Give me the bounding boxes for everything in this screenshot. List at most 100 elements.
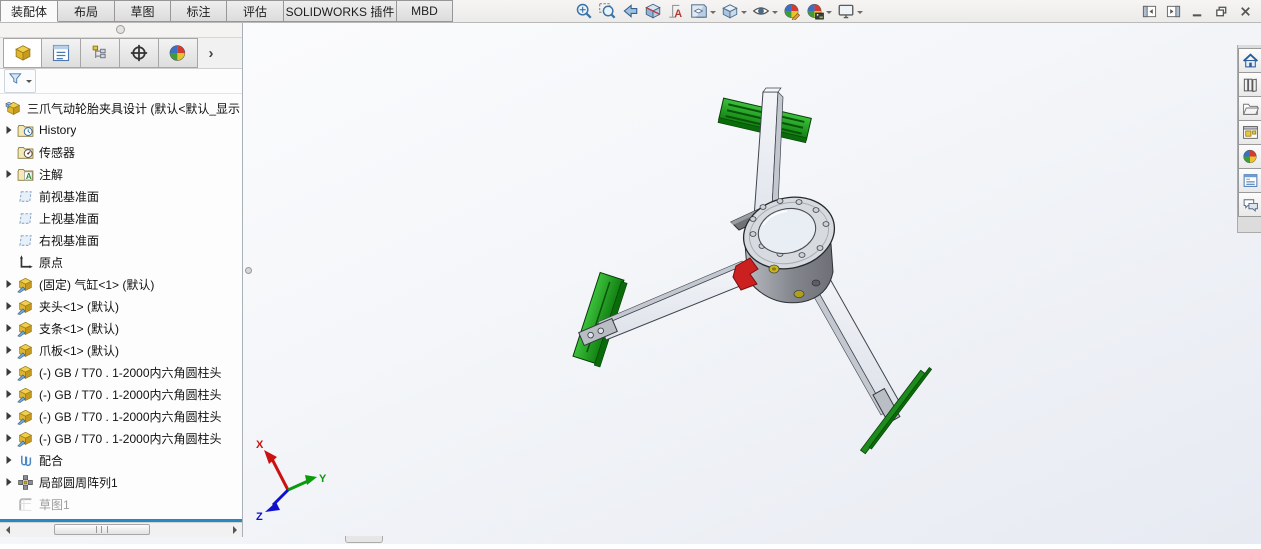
appearances-icon <box>1243 149 1257 164</box>
dropdown-arrow-icon[interactable] <box>826 11 832 17</box>
expand-arrow[interactable] <box>5 301 17 311</box>
collapse-pane-right-button[interactable] <box>1166 4 1181 19</box>
expand-arrow-icon[interactable] <box>5 125 13 135</box>
panel-tab-featuremanager[interactable] <box>3 38 42 68</box>
ribbon-tab-markup[interactable]: 标注 <box>171 0 227 22</box>
tree-item-sketch1[interactable]: 草图1 <box>0 493 242 515</box>
panel-tab-configurationmanager[interactable] <box>81 38 120 68</box>
tree-item-screw-4[interactable]: (-) GB / T70 . 1-2000内六角圆柱头 <box>0 427 242 449</box>
panel-splitter-handle[interactable] <box>245 267 252 274</box>
scrollbar-thumb[interactable] <box>54 524 150 535</box>
tree-item-screw-2[interactable]: (-) GB / T70 . 1-2000内六角圆柱头 <box>0 383 242 405</box>
expand-arrow-icon[interactable] <box>5 455 13 465</box>
panel-tab-displaymanager[interactable] <box>159 38 198 68</box>
expand-arrow[interactable] <box>5 323 17 333</box>
expand-arrow[interactable] <box>5 455 17 465</box>
tree-item-history[interactable]: History <box>0 119 242 141</box>
expand-arrow-icon[interactable] <box>5 345 13 355</box>
collapse-pane-left-button[interactable] <box>1142 4 1157 19</box>
section-view-button[interactable] <box>644 1 662 21</box>
dropdown-arrow-icon[interactable] <box>772 11 778 17</box>
file-explorer-button[interactable] <box>1238 96 1261 121</box>
tree-item-claw-plate-component[interactable]: 爪板<1> (默认) <box>0 339 242 361</box>
apply-scene-button[interactable] <box>806 1 832 21</box>
display-style-button[interactable] <box>721 1 747 21</box>
tree-item-support-bar-component[interactable]: 支条<1> (默认) <box>0 317 242 339</box>
dropdown-arrow-icon[interactable] <box>741 11 747 17</box>
panel-collapse-bar[interactable] <box>0 22 242 38</box>
panel-tab-dimxpert[interactable] <box>120 38 159 68</box>
view-orientation-icon <box>691 4 707 18</box>
edit-appearance-button[interactable] <box>783 1 801 21</box>
expand-arrow-icon[interactable] <box>5 279 13 289</box>
tree-item-screw-3[interactable]: (-) GB / T70 . 1-2000内六角圆柱头 <box>0 405 242 427</box>
previous-view-button[interactable] <box>621 1 639 21</box>
view-palette-button[interactable] <box>1238 120 1261 145</box>
expand-arrow[interactable] <box>5 411 17 421</box>
expand-arrow-icon[interactable] <box>5 389 13 399</box>
tree-item-right-plane[interactable]: 右视基准面 <box>0 229 242 251</box>
expand-arrow[interactable] <box>5 345 17 355</box>
tree-item-top-plane[interactable]: 上视基准面 <box>0 207 242 229</box>
expand-arrow[interactable] <box>5 367 17 377</box>
custom-properties-button[interactable] <box>1238 168 1261 193</box>
expand-arrow[interactable] <box>5 169 17 179</box>
expand-arrow-icon[interactable] <box>5 169 13 179</box>
expand-arrow[interactable] <box>5 279 17 289</box>
scroll-left-icon[interactable] <box>0 523 14 536</box>
panel-tab-propertymanager[interactable] <box>42 38 81 68</box>
tree-item-assembly-root[interactable]: 三爪气动轮胎夹具设计 (默认<默认_显示 <box>0 97 242 119</box>
expand-arrow-icon[interactable] <box>5 477 13 487</box>
tree-item-circular-pattern[interactable]: 局部圆周阵列1 <box>0 471 242 493</box>
expand-arrow[interactable] <box>5 477 17 487</box>
previous-view-icon <box>623 4 638 18</box>
ribbon-tab-solidworks-addins[interactable]: SOLIDWORKS 插件 <box>284 0 397 22</box>
filter-dropdown-icon[interactable] <box>26 80 32 86</box>
dropdown-arrow-icon[interactable] <box>857 11 863 17</box>
dynamic-annotation-views-button[interactable]: A <box>667 1 685 21</box>
expand-arrow-icon[interactable] <box>5 433 13 443</box>
design-library-button[interactable] <box>1238 72 1261 97</box>
ribbon-tab-assembly[interactable]: 装配体 <box>0 0 58 22</box>
ribbon-tab-mbd[interactable]: MBD <box>397 0 453 22</box>
horizontal-scrollbar[interactable] <box>0 522 242 537</box>
tree-item-sensors[interactable]: 传感器 <box>0 141 242 163</box>
expand-arrow[interactable] <box>5 125 17 135</box>
ribbon-tab-evaluate[interactable]: 评估 <box>227 0 284 22</box>
collapse-handle-icon[interactable] <box>116 25 125 34</box>
appearances-scenes-button[interactable] <box>1238 144 1261 169</box>
expand-arrow-icon[interactable] <box>5 411 13 421</box>
assembly-model[interactable] <box>572 87 933 455</box>
zoom-to-area-button[interactable] <box>598 1 616 21</box>
hide-show-items-button[interactable] <box>752 1 778 21</box>
expand-arrow[interactable] <box>5 433 17 443</box>
tree-item-front-plane[interactable]: 前视基准面 <box>0 185 242 207</box>
expand-arrow[interactable] <box>5 389 17 399</box>
filter-button[interactable] <box>4 69 36 93</box>
part-icon <box>17 409 33 425</box>
zoom-to-fit-button[interactable] <box>575 1 593 21</box>
close-button[interactable] <box>1238 4 1253 19</box>
tree-item-mates[interactable]: 配合 <box>0 449 242 471</box>
tree-item-screw-1[interactable]: (-) GB / T70 . 1-2000内六角圆柱头 <box>0 361 242 383</box>
expand-arrow-icon[interactable] <box>5 301 13 311</box>
dropdown-arrow-icon[interactable] <box>710 11 716 17</box>
tree-item-cylinder-component[interactable]: (固定) 气缸<1> (默认) <box>0 273 242 295</box>
ribbon-tab-sketch[interactable]: 草图 <box>115 0 171 22</box>
tree-item-annotations[interactable]: A 注解 <box>0 163 242 185</box>
expand-arrow-icon[interactable] <box>5 323 13 333</box>
solidworks-resources-button[interactable] <box>1238 48 1261 73</box>
tree-item-chuck-component[interactable]: 夹头<1> (默认) <box>0 295 242 317</box>
cylinder-hub[interactable] <box>730 188 842 304</box>
tree-item-origin[interactable]: 原点 <box>0 251 242 273</box>
solidworks-forum-button[interactable] <box>1238 192 1261 217</box>
expand-arrow-icon[interactable] <box>5 367 13 377</box>
restore-button[interactable] <box>1214 4 1229 19</box>
view-orientation-button[interactable] <box>690 1 716 21</box>
scroll-right-icon[interactable] <box>228 523 242 536</box>
viewport-splitter-handle[interactable] <box>345 536 383 543</box>
panel-tabs-overflow-button[interactable]: › <box>198 38 224 68</box>
view-settings-button[interactable] <box>837 1 863 21</box>
minimize-button[interactable] <box>1190 4 1205 19</box>
ribbon-tab-layout[interactable]: 布局 <box>58 0 115 22</box>
